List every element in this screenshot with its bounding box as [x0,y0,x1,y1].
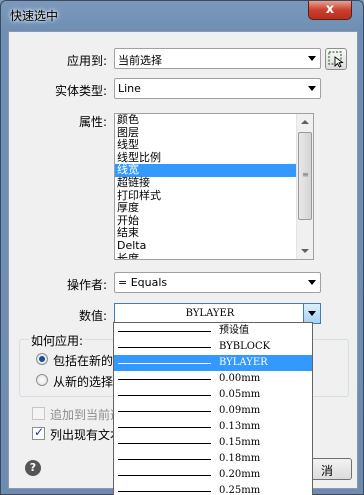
scroll-down-icon[interactable] [297,242,313,259]
list-all-label: 列出现有文本 [50,428,123,442]
scroll-thumb[interactable]: ≡ [298,132,312,220]
scroll-up-icon[interactable] [297,114,313,131]
object-type-select[interactable]: Line [114,78,321,99]
select-objects-icon [328,51,344,68]
window-title: 快速选中 [10,9,59,23]
apply-to-label: 应用到: [67,54,108,68]
operator-label: 操作者: [67,278,108,292]
lineweight-option-label: 0.13mm [219,421,261,432]
list-all-checkbox[interactable] [32,425,45,440]
lineweight-option-label: 0.05mm [219,389,261,400]
lineweight-option-label: 预设值 [219,325,249,336]
chevron-down-icon [308,56,316,61]
exclude-label: 从新的选择 [53,375,114,389]
property-item[interactable]: 打印样式 [115,189,313,203]
line-sample [118,395,211,396]
property-item[interactable]: 线型 [115,139,313,152]
line-sample [118,331,211,332]
append-checkbox[interactable] [32,407,45,420]
line-sample [118,347,211,348]
chevron-down-icon [308,86,316,91]
property-item[interactable]: 线型比例 [115,151,313,165]
dialog-window: 快速选中 x 应用到: 当前选择 实体类型: Line 属性: 颜色 图层 线型 线型… [0,0,364,495]
cancel-label: 消 [320,464,333,478]
lineweight-option-label: 0.15mm [219,437,261,448]
lineweight-option-label: 0.20mm [219,469,261,480]
include-label: 包括在新的 [53,354,114,368]
lineweight-option[interactable]: 0.00mm [114,371,312,387]
lineweight-option-label: 0.25mm [219,485,261,495]
apply-to-select[interactable]: 当前选择 [114,48,321,69]
select-objects-button[interactable] [325,48,347,70]
value-dropdown-items: 预设值 BYBLOCK BYLAYER 0.00mm 0.05mm 0.09mm 0.13m… [114,323,312,495]
operator-select[interactable]: = Equals [114,272,321,293]
grip-icon: ≡ [302,170,309,179]
property-item[interactable]: 超链接 [115,176,313,190]
line-sample [118,363,211,364]
value-dropdown-list[interactable]: 预设值 BYBLOCK BYLAYER 0.00mm 0.05mm 0.09mm 0.13m… [113,322,313,495]
object-type-label: 实体类型: [55,84,108,98]
include-radio[interactable] [36,353,48,365]
properties-scrollbar[interactable]: ≡ [296,114,313,259]
lineweight-option-label: 0.18mm [219,453,261,464]
line-sample [118,443,211,444]
dropdown-arrow-icon[interactable] [303,304,320,323]
lineweight-option-label: BYBLOCK [219,341,271,352]
line-sample [118,427,211,428]
append-label: 追加到当前选 [50,408,123,422]
lineweight-option[interactable]: 0.15mm [114,435,312,451]
property-item[interactable]: 图层 [115,126,313,140]
line-sample [118,411,211,412]
help-icon[interactable]: ? [25,460,41,476]
lineweight-option-label: BYLAYER [219,357,268,368]
operator-value: = Equals [118,276,168,289]
value-select[interactable]: BYLAYER [114,303,321,324]
property-item[interactable]: 长度 [115,252,313,259]
line-sample [118,491,211,492]
how-to-apply-title: 如何应用: [29,332,86,349]
line-sample [118,475,211,476]
lineweight-option[interactable]: 0.09mm [114,403,312,419]
lineweight-option[interactable]: 0.18mm [114,451,312,467]
properties-items: 颜色 图层 线型 线型比例 线宽 超链接 打印样式 厚度 开始 结束 Delta 长度 [115,114,313,259]
value-label: 数值: [79,309,108,323]
lineweight-option-label: 0.09mm [219,405,261,416]
value-current: BYLAYER [185,308,235,319]
lineweight-option[interactable]: 0.20mm [114,467,312,483]
property-item[interactable]: Delta [115,239,313,253]
lineweight-option[interactable]: 预设值 [114,323,312,339]
lineweight-option-label: 0.00mm [219,373,261,384]
apply-to-value: 当前选择 [118,54,162,67]
lineweight-option[interactable]: 0.05mm [114,387,312,403]
properties-label: 属性: [79,115,108,129]
close-button[interactable]: x [308,1,352,20]
property-item[interactable]: 颜色 [115,114,313,127]
lineweight-option[interactable]: BYLAYER [114,355,312,371]
property-item[interactable]: 开始 [115,214,313,228]
exclude-radio[interactable] [36,374,48,386]
lineweight-option[interactable]: BYBLOCK [114,339,312,355]
lineweight-option[interactable]: 0.25mm [114,483,312,495]
object-type-value: Line [118,82,141,95]
properties-list[interactable]: 颜色 图层 线型 线型比例 线宽 超链接 打印样式 厚度 开始 结束 Delta 长度 ≡ [114,113,314,260]
line-sample [118,379,211,380]
chevron-down-icon [308,280,316,285]
line-sample [118,459,211,460]
property-item[interactable]: 厚度 [115,202,313,215]
lineweight-option[interactable]: 0.13mm [114,419,312,435]
